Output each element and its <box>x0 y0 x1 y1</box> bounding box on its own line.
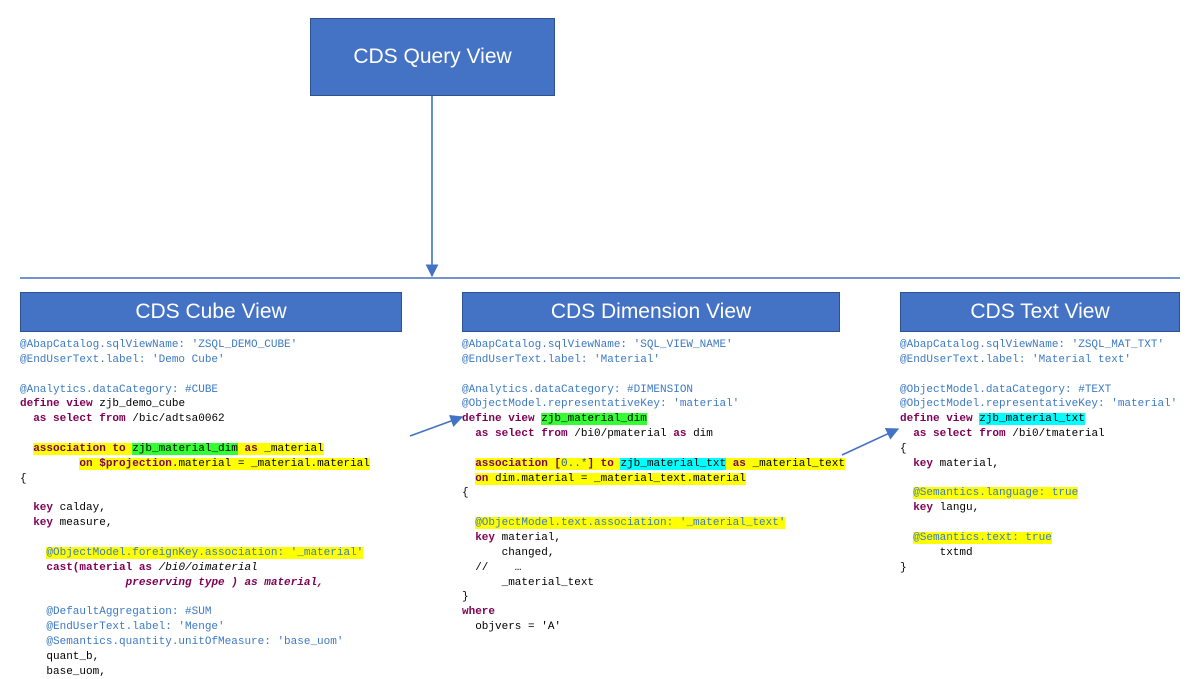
text-header: CDS Text View <box>900 292 1180 332</box>
cube-panel: CDS Cube View @AbapCatalog.sqlViewName: … <box>20 292 402 679</box>
cube-title: CDS Cube View <box>135 300 286 324</box>
query-view-title: CDS Query View <box>353 45 511 69</box>
dimension-code: @AbapCatalog.sqlViewName: 'SQL_VIEW_NAME… <box>462 338 840 635</box>
dimension-header: CDS Dimension View <box>462 292 840 332</box>
dimension-title: CDS Dimension View <box>551 300 751 324</box>
text-title: CDS Text View <box>970 300 1109 324</box>
columns-row: CDS Cube View @AbapCatalog.sqlViewName: … <box>20 292 1180 679</box>
dimension-panel: CDS Dimension View @AbapCatalog.sqlViewN… <box>462 292 840 635</box>
text-panel: CDS Text View @AbapCatalog.sqlViewName: … <box>900 292 1180 576</box>
diagram-canvas: CDS Query View CDS Cube View @AbapCatalo… <box>0 0 1200 675</box>
cube-header: CDS Cube View <box>20 292 402 332</box>
cube-code: @AbapCatalog.sqlViewName: 'ZSQL_DEMO_CUB… <box>20 338 402 679</box>
query-view-box: CDS Query View <box>310 18 555 96</box>
text-code: @AbapCatalog.sqlViewName: 'ZSQL_MAT_TXT'… <box>900 338 1180 576</box>
